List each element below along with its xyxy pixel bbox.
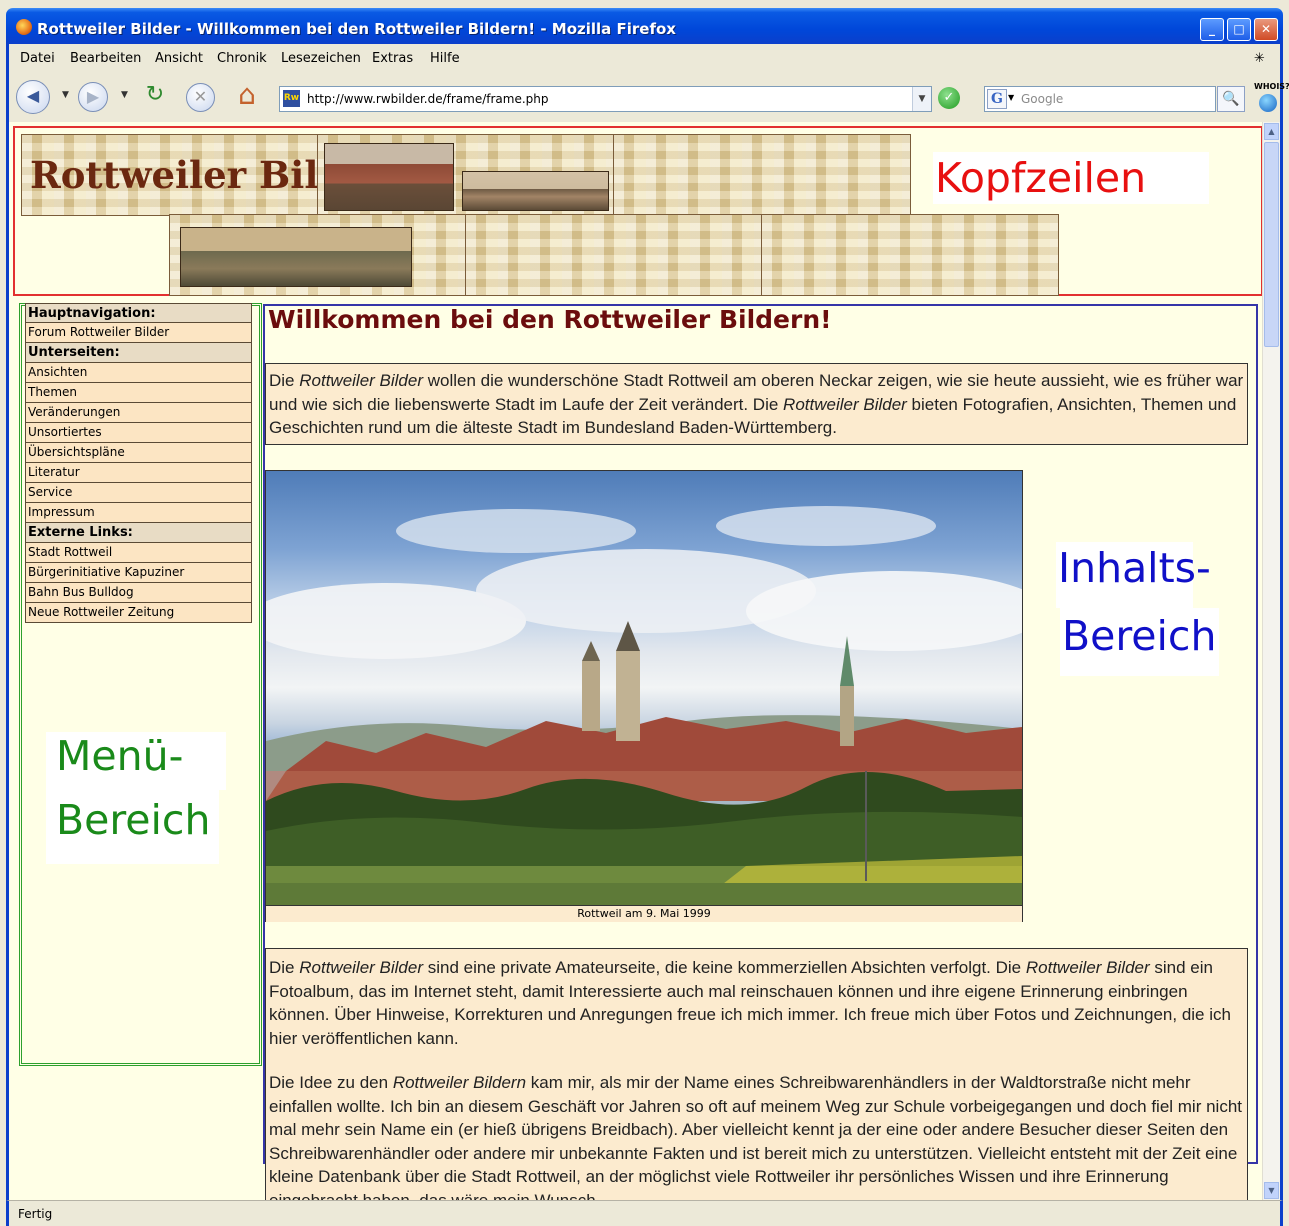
search-engine-icon[interactable]: G xyxy=(987,89,1007,109)
photo-caption: Rottweil am 9. Mai 1999 xyxy=(266,905,1022,922)
scroll-down-icon[interactable]: ▼ xyxy=(1264,1182,1279,1199)
menu-link[interactable]: Themen xyxy=(25,383,252,403)
paragraph-text: kam mir, als mir der Name eines Schreibw… xyxy=(269,1073,1243,1200)
paragraph-text: sind eine private Amateurseite, die kein… xyxy=(423,958,1026,977)
header-tile-city xyxy=(169,214,467,296)
menu-extras[interactable]: Extras xyxy=(372,51,413,66)
scroll-up-icon[interactable]: ▲ xyxy=(1264,123,1279,140)
header-photo-building xyxy=(324,143,454,211)
paragraph-text: Die xyxy=(269,371,300,390)
logo-tile: Rottweiler Bilder xyxy=(21,134,387,216)
stop-icon[interactable]: ✕ xyxy=(186,83,215,112)
search-engine-dropdown-icon[interactable]: ▼ xyxy=(1008,93,1014,102)
body-paragraph-1: Die Rottweiler Bilder sind eine private … xyxy=(269,956,1244,1050)
scroll-thumb[interactable] xyxy=(1264,142,1279,347)
whois-label[interactable]: WHOIS? xyxy=(1254,82,1289,91)
page-viewport: Rottweiler Bilder Kopfzeilen Hauptnaviga… xyxy=(6,122,1283,1200)
maximize-button[interactable]: □ xyxy=(1227,18,1251,41)
search-box[interactable]: G ▼ Google xyxy=(984,86,1216,112)
back-icon[interactable]: ◀ xyxy=(16,80,50,114)
menu-section-heading: Externe Links: xyxy=(25,523,252,543)
menu-link[interactable]: Veränderungen xyxy=(25,403,252,423)
minimize-button[interactable]: _ xyxy=(1200,18,1224,41)
header-frame: Rottweiler Bilder Kopfzeilen xyxy=(13,126,1263,296)
menu-datei[interactable]: Datei xyxy=(20,51,55,66)
menu-link[interactable]: Ansichten xyxy=(25,363,252,383)
menu-annotation-line2: Bereich xyxy=(56,796,211,844)
content-annotation-line2: Bereich xyxy=(1062,612,1217,660)
header-photo-panorama xyxy=(462,171,609,211)
content-annotation-box: Bereich xyxy=(1060,608,1219,676)
main-photo-figure: Rottweil am 9. Mai 1999 xyxy=(265,470,1023,922)
go-icon[interactable]: ✓ xyxy=(938,87,960,109)
vertical-scrollbar[interactable]: ▲ ▼ xyxy=(1262,122,1280,1200)
menu-link[interactable]: Übersichtspläne xyxy=(25,443,252,463)
home-icon[interactable]: ⌂ xyxy=(230,78,264,112)
rottweil-panorama-photo xyxy=(266,471,1022,905)
forward-icon[interactable]: ▶ xyxy=(78,82,108,112)
menu-link[interactable]: Neue Rottweiler Zeitung xyxy=(25,603,252,623)
forward-history-dropdown-icon[interactable]: ▼ xyxy=(121,90,128,100)
window-title: Rottweiler Bilder - Willkommen bei den R… xyxy=(37,20,676,38)
menu-annotation-line1: Menü- xyxy=(56,732,184,780)
menu-hilfe[interactable]: Hilfe xyxy=(430,51,460,66)
reload-icon[interactable]: ↻ xyxy=(140,82,170,110)
globe-icon[interactable] xyxy=(1259,94,1277,112)
paragraph-text: Die Idee zu den xyxy=(269,1073,393,1092)
menu-annotation-box: Menü- xyxy=(46,732,226,790)
search-icon[interactable]: 🔍 xyxy=(1217,86,1245,112)
status-text: Fertig xyxy=(18,1207,53,1221)
menu-section-heading: Unterseiten: xyxy=(25,343,252,363)
menu-link[interactable]: Bürgerinitiative Kapuziner xyxy=(25,563,252,583)
emphasis-text: Rottweiler Bilder xyxy=(299,371,423,390)
header-tile xyxy=(613,134,911,216)
close-button[interactable]: ✕ xyxy=(1254,18,1278,41)
status-bar: Fertig xyxy=(6,1200,1283,1226)
content-annotation-box: Inhalts- xyxy=(1056,542,1211,608)
header-tile-photos xyxy=(317,134,615,216)
emphasis-text: Rottweiler Bildern xyxy=(392,1073,527,1092)
navigation-toolbar: ◀ ▼ ▶ ▼ ↻ ✕ ⌂ Rw http://www.rwbilder.de/… xyxy=(6,72,1289,122)
body-paragraph-2: Die Idee zu den Rottweiler Bildern kam m… xyxy=(269,1071,1244,1200)
emphasis-text: Rottweiler Bilder xyxy=(783,394,907,414)
menu-lesezeichen[interactable]: Lesezeichen xyxy=(281,51,361,66)
header-annotation: Kopfzeilen xyxy=(935,154,1147,202)
menu-link[interactable]: Unsortiertes xyxy=(25,423,252,443)
menu-link[interactable]: Impressum xyxy=(25,503,252,523)
header-tile xyxy=(761,214,1059,296)
header-annotation-box: Kopfzeilen xyxy=(933,152,1209,204)
menu-ansicht[interactable]: Ansicht xyxy=(155,51,203,66)
throbber-icon: ✳ xyxy=(1254,51,1265,66)
menu-link[interactable]: Stadt Rottweil xyxy=(25,543,252,563)
menu-link[interactable]: Service xyxy=(25,483,252,503)
search-placeholder[interactable]: Google xyxy=(1021,92,1063,106)
body-text-box: Die Rottweiler Bilder sind eine private … xyxy=(265,948,1248,1200)
firefox-icon xyxy=(16,19,32,35)
url-bar[interactable]: Rw http://www.rwbilder.de/frame/frame.ph… xyxy=(279,86,932,112)
header-photo-city xyxy=(180,227,412,287)
emphasis-text: Rottweiler Bilder xyxy=(299,958,423,977)
intro-paragraph: Die Rottweiler Bilder wollen die wunders… xyxy=(265,363,1248,445)
content-annotation-line1: Inhalts- xyxy=(1058,544,1211,592)
header-tile xyxy=(465,214,763,296)
site-favicon: Rw xyxy=(283,90,300,107)
menu-chronik[interactable]: Chronik xyxy=(217,51,267,66)
emphasis-text: Rottweiler Bilder xyxy=(1025,958,1150,977)
menu-bar: Datei Bearbeiten Ansicht Chronik Lesezei… xyxy=(6,44,1283,72)
menu-annotation-box: Bereich xyxy=(46,790,219,864)
window-titlebar[interactable]: Rottweiler Bilder - Willkommen bei den R… xyxy=(6,8,1283,44)
menu-bearbeiten[interactable]: Bearbeiten xyxy=(70,51,141,66)
menu-section-heading: Hauptnavigation: xyxy=(25,303,252,323)
paragraph-text: Die xyxy=(269,958,300,977)
main-menu: Hauptnavigation: Forum Rottweiler Bilder U… xyxy=(25,303,252,623)
page-title: Willkommen bei den Rottweiler Bildern! xyxy=(268,305,832,334)
menu-link[interactable]: Literatur xyxy=(25,463,252,483)
url-dropdown-icon[interactable]: ▼ xyxy=(912,87,931,111)
menu-link[interactable]: Bahn Bus Bulldog xyxy=(25,583,252,603)
back-history-dropdown-icon[interactable]: ▼ xyxy=(62,90,69,100)
url-text[interactable]: http://www.rwbilder.de/frame/frame.php xyxy=(307,92,549,106)
menu-link[interactable]: Forum Rottweiler Bilder xyxy=(25,323,252,343)
